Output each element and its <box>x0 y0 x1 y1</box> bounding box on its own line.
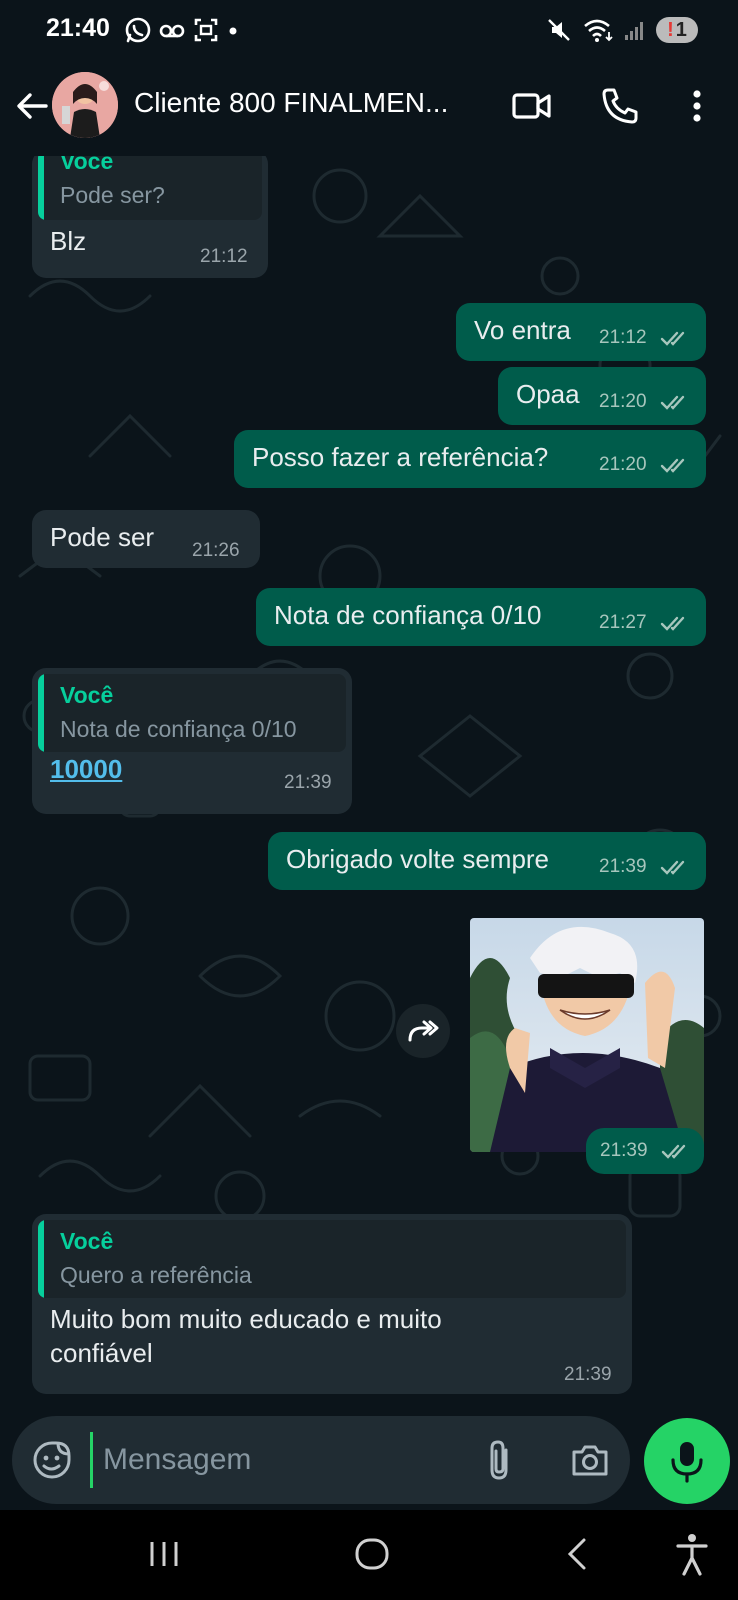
message-text-line-1: Muito bom muito educado e muito <box>50 1304 442 1334</box>
quote-accent-bar <box>38 674 44 752</box>
message-bubble-outgoing[interactable]: Obrigado volte sempre 21:39 <box>268 832 706 890</box>
status-time: 21:40 <box>46 14 110 42</box>
message-input[interactable] <box>90 1432 463 1488</box>
quoted-message[interactable]: Você Pode ser? <box>38 156 262 220</box>
image-message[interactable] <box>470 918 704 1152</box>
avatar-image <box>52 72 118 138</box>
message-bubble-outgoing[interactable]: Nota de confiança 0/10 21:27 <box>256 588 706 646</box>
read-receipt-icon <box>660 860 685 875</box>
message-time: 21:39 <box>284 772 332 793</box>
signal-icon <box>625 22 643 40</box>
read-receipt-icon <box>660 331 685 346</box>
message-bubble-incoming[interactable]: Você Pode ser? Blz 21:12 <box>32 156 268 278</box>
message-time: 21:26 <box>192 540 240 561</box>
message-bubble-outgoing[interactable]: Vo entra 21:12 <box>456 303 706 361</box>
accessibility-icon[interactable] <box>672 1530 712 1578</box>
system-nav-bar <box>0 1510 738 1600</box>
read-receipt-icon <box>661 1144 686 1159</box>
message-text: Obrigado volte sempre <box>286 844 550 874</box>
battery-icon: ! 1 <box>656 17 698 43</box>
forward-icon <box>408 1020 439 1042</box>
status-bar: 21:40 ! 1 <box>0 0 738 60</box>
image-message-content <box>470 918 704 1152</box>
message-time: 21:27 <box>599 612 647 633</box>
back-icon[interactable] <box>558 1532 594 1576</box>
quoted-message[interactable]: Você Quero a referência <box>38 1220 626 1298</box>
quote-accent-bar <box>38 156 44 220</box>
attach-icon[interactable] <box>480 1438 520 1482</box>
message-bubble-incoming[interactable]: Pode ser 21:26 <box>32 510 260 568</box>
message-time: 21:39 <box>600 1140 648 1161</box>
back-arrow-icon[interactable] <box>12 86 52 126</box>
quote-text: Pode ser? <box>60 182 165 208</box>
quote-author: Você <box>60 156 114 174</box>
battery-level: 1 <box>675 18 687 41</box>
message-time: 21:39 <box>599 856 647 877</box>
avatar[interactable] <box>52 72 118 138</box>
chat-area[interactable]: Você Pode ser? Blz 21:12 Vo entra 21:12 … <box>0 156 738 1418</box>
message-bubble-outgoing[interactable]: Opaa 21:20 <box>498 367 706 425</box>
message-bubble-outgoing[interactable]: Posso fazer a referência? 21:20 <box>234 430 706 488</box>
message-bubble-incoming[interactable]: Você Nota de confiança 0/10 10000 21:39 <box>32 668 352 814</box>
voicemail-icon <box>159 24 185 38</box>
message-time: 21:20 <box>599 391 647 412</box>
forward-button[interactable] <box>396 1004 450 1058</box>
wifi-icon <box>584 19 613 42</box>
read-receipt-icon <box>660 616 685 631</box>
mic-icon <box>671 1442 703 1483</box>
quote-author: Você <box>60 682 114 708</box>
message-time: 21:12 <box>599 327 647 348</box>
more-vert-icon[interactable] <box>680 84 714 128</box>
message-composer <box>12 1416 630 1504</box>
image-timestamp-pill: 21:39 <box>586 1128 704 1174</box>
home-icon[interactable] <box>350 1532 394 1576</box>
message-link[interactable]: 10000 <box>50 754 122 785</box>
message-time: 21:20 <box>599 454 647 475</box>
message-time: 21:12 <box>200 246 248 267</box>
camera-icon[interactable] <box>568 1438 612 1482</box>
screenshot-icon <box>194 18 218 42</box>
message-bubble-incoming[interactable]: Você Quero a referência Muito bom muito … <box>32 1214 632 1394</box>
contact-name[interactable]: Cliente 800 FINALMEN... <box>134 87 448 119</box>
mute-icon <box>548 19 570 41</box>
message-time: 21:39 <box>564 1364 612 1385</box>
video-call-icon[interactable] <box>510 84 554 128</box>
message-text: Vo entra <box>474 315 571 345</box>
quote-text: Nota de confiança 0/10 <box>60 716 297 742</box>
phone-icon[interactable] <box>598 84 642 128</box>
read-receipt-icon <box>660 395 685 410</box>
message-text: Opaa <box>516 379 580 409</box>
whatsapp-icon <box>125 17 151 43</box>
status-icons-left <box>124 14 240 46</box>
message-text: Blz <box>50 226 87 256</box>
message-text-line-2: confiável <box>50 1338 153 1368</box>
battery-alert: ! <box>667 18 674 41</box>
message-text: Nota de confiança 0/10 <box>274 600 542 630</box>
quoted-message[interactable]: Você Nota de confiança 0/10 <box>38 674 346 752</box>
quote-author: Você <box>60 1228 114 1254</box>
message-text: Posso fazer a referência? <box>252 442 549 472</box>
read-receipt-icon <box>660 458 685 473</box>
quote-accent-bar <box>38 1220 44 1298</box>
sticker-icon[interactable] <box>30 1438 74 1482</box>
mic-button[interactable] <box>644 1418 730 1504</box>
recents-icon[interactable] <box>144 1532 184 1576</box>
message-text: Pode ser <box>50 522 155 552</box>
dot-icon <box>229 27 237 35</box>
quote-text: Quero a referência <box>60 1262 252 1288</box>
status-icons-right: ! 1 <box>546 14 698 46</box>
